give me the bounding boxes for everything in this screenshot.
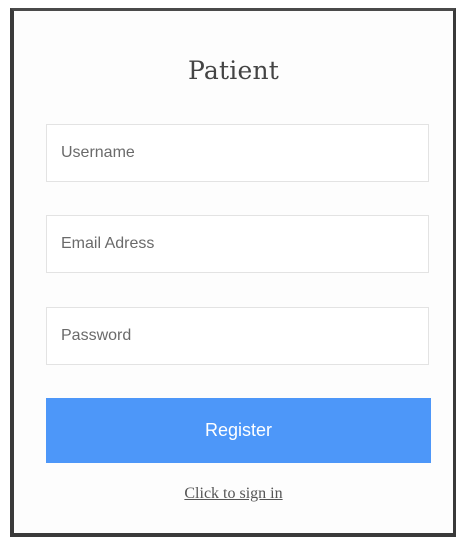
form-title: Patient xyxy=(188,56,279,85)
password-input[interactable] xyxy=(47,308,428,364)
email-field-box xyxy=(46,215,429,273)
viewport: Patient Register Click to sign in xyxy=(0,0,462,544)
register-button[interactable]: Register xyxy=(46,398,431,463)
username-field-box xyxy=(46,124,429,182)
password-field-box xyxy=(46,307,429,365)
sign-in-link[interactable]: Click to sign in xyxy=(14,485,453,503)
registration-card: Patient Register Click to sign in xyxy=(10,8,456,537)
email-input[interactable] xyxy=(47,216,428,272)
username-input[interactable] xyxy=(47,125,428,181)
